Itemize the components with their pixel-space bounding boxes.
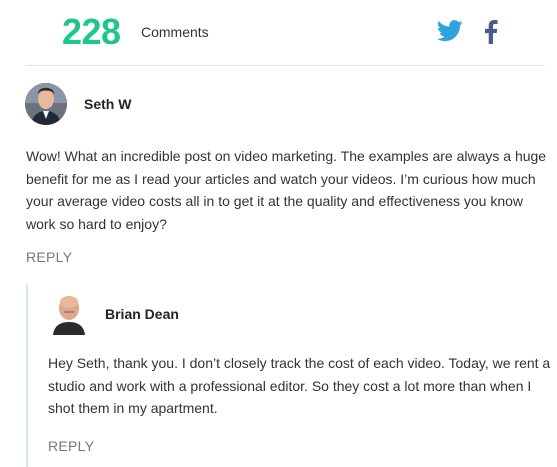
avatar-seth-w bbox=[25, 83, 67, 125]
avatar-brian-dean bbox=[51, 293, 87, 335]
facebook-icon[interactable] bbox=[484, 20, 498, 49]
comments-header: 228 Comments bbox=[0, 0, 557, 66]
comment-count-label: Comments bbox=[141, 24, 209, 40]
comment-body: Hey Seth, thank you. I don’t closely tra… bbox=[48, 355, 551, 416]
reply-button[interactable]: REPLY bbox=[48, 438, 94, 454]
comment-author[interactable]: Seth W bbox=[84, 96, 131, 112]
reply-button[interactable]: REPLY bbox=[26, 249, 72, 265]
comment-count: 228 bbox=[62, 11, 121, 52]
header-divider bbox=[26, 65, 545, 66]
reply-thread-line bbox=[26, 284, 28, 467]
comment-body: Wow! What an incredible post on video ma… bbox=[26, 148, 547, 232]
comment-author[interactable]: Brian Dean bbox=[105, 306, 179, 322]
twitter-icon[interactable] bbox=[437, 20, 463, 47]
